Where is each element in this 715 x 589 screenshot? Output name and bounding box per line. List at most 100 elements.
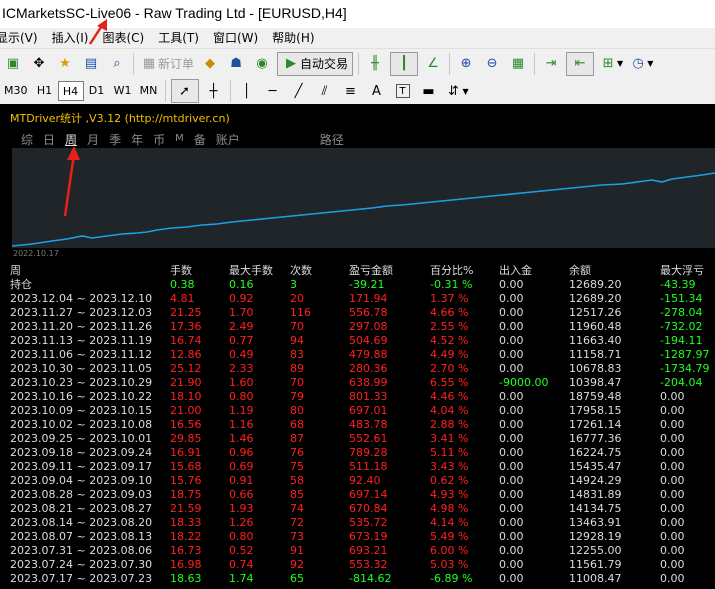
cell-balance: 14831.89 — [569, 488, 622, 501]
cell-max-dd: -278.04 — [660, 306, 703, 319]
tab-account[interactable]: 账户 — [216, 131, 240, 148]
tab-day[interactable]: 日 — [43, 131, 55, 148]
periodicity-button[interactable]: ◷ ▼ — [628, 52, 654, 76]
table-row: 2023.10.02 ~ 2023.10.08 16.56 1.16 68 483.78… — [0, 418, 715, 432]
new-order-button[interactable]: ▦ 新订单 — [139, 52, 195, 76]
timeframe-h1[interactable]: H1 — [32, 81, 58, 101]
cell-lots: 21.25 — [170, 306, 202, 319]
cell-max-lots: 1.19 — [229, 404, 254, 417]
text-a-icon: A — [372, 83, 381, 99]
cell-balance: 10678.83 — [569, 362, 622, 375]
cell-deposit: 0.00 — [499, 334, 524, 347]
cell-lots: 21.00 — [170, 404, 202, 417]
menu-view[interactable]: 显示(V) — [0, 28, 45, 48]
header-count: 次数 — [290, 264, 312, 277]
summary-pnl: -39.21 — [349, 278, 385, 291]
autoscroll-button[interactable]: ⇤ — [566, 51, 595, 76]
cell-pct: 4.49 % — [430, 348, 469, 361]
auto-trading-button[interactable]: ▶ 自动交易 — [277, 51, 354, 76]
tile-windows-button[interactable]: ▦ — [507, 52, 529, 76]
horizontal-line-button[interactable]: ─ — [262, 79, 284, 103]
cell-deposit: 0.00 — [499, 474, 524, 487]
text-tool-button[interactable]: A — [366, 79, 388, 103]
cell-lots: 21.90 — [170, 376, 202, 389]
market-button[interactable]: ◆ — [199, 52, 221, 76]
tab-month[interactable]: 月 — [87, 131, 99, 148]
timeframe-d1[interactable]: D1 — [84, 81, 110, 101]
toolbar-separator — [449, 52, 451, 75]
tab-magic[interactable]: M — [175, 133, 184, 148]
toolbar-separator — [229, 80, 231, 102]
zoom-in-button[interactable]: ⊕ — [455, 52, 477, 76]
cell-lots: 4.81 — [170, 292, 195, 305]
table-header: 周 手数 最大手数 次数 盈亏金额 百分比% 出入金 余额 最大浮亏 — [0, 264, 715, 278]
data-window-button[interactable]: ⌕ — [106, 52, 128, 76]
summary-lots: 0.38 — [170, 278, 195, 291]
menu-window[interactable]: 窗口(W) — [206, 28, 265, 48]
cell-max-dd: 0.00 — [660, 390, 685, 403]
vps-button[interactable]: ◉ — [251, 52, 273, 76]
tab-summary[interactable]: 综 — [21, 131, 33, 148]
cell-pnl: 552.61 — [349, 432, 388, 445]
cell-deposit: 0.00 — [499, 418, 524, 431]
cell-balance: 11008.47 — [569, 572, 622, 585]
tile-windows-icon: ▦ — [511, 56, 525, 71]
line-chart-button[interactable]: ∠ — [422, 52, 444, 76]
tab-year[interactable]: 年 — [131, 131, 143, 148]
cell-count: 74 — [290, 502, 304, 515]
new-chart-button[interactable]: ▣ — [2, 52, 24, 76]
vertical-line-button[interactable]: │ — [236, 79, 258, 103]
tab-notes[interactable]: 备 — [194, 131, 206, 148]
table-row: 2023.12.04 ~ 2023.12.10 4.81 0.92 20 171.94 1… — [0, 292, 715, 306]
cell-pct: 2.55 % — [430, 320, 469, 333]
menu-insert[interactable]: 插入(I) — [45, 28, 96, 48]
cell-max-lots: 1.93 — [229, 502, 254, 515]
menu-chart[interactable]: 图表(C) — [95, 28, 151, 48]
text-label-button[interactable]: T — [392, 79, 414, 103]
signals-button[interactable]: ☗ — [225, 52, 247, 76]
cell-lots: 16.74 — [170, 334, 202, 347]
cell-count: 83 — [290, 348, 304, 361]
candlestick-button[interactable]: ┃ — [390, 51, 419, 76]
cell-balance: 18759.48 — [569, 390, 622, 403]
navigator-button[interactable]: ▤ — [80, 52, 102, 76]
menu-tools[interactable]: 工具(T) — [151, 28, 206, 48]
cell-count: 58 — [290, 474, 304, 487]
cursor-tool-button[interactable]: ➚ — [170, 79, 199, 103]
zoom-out-button[interactable]: ⊖ — [481, 52, 503, 76]
crosshair-move-button[interactable]: ✥ — [28, 52, 50, 76]
tab-week[interactable]: 周 — [65, 131, 77, 148]
fibonacci-button[interactable]: ≡ — [340, 79, 362, 103]
cell-pnl: -814.62 — [349, 572, 392, 585]
cell-pct: 4.66 % — [430, 306, 469, 319]
chart-window[interactable]: MTDriver统计 ,V3.12 (http://mtdriver.cn) 综… — [0, 104, 715, 589]
indicators-button[interactable]: ⊞ ▼ — [598, 52, 624, 76]
timeframe-h4[interactable]: H4 — [57, 81, 84, 101]
crosshair-tool-button[interactable]: ┼ — [203, 79, 225, 103]
vertical-line-icon: │ — [242, 83, 251, 99]
tab-path[interactable]: 路径 — [320, 131, 344, 148]
timeframe-m30[interactable]: M30 — [0, 81, 32, 101]
arrows-icon: ⇵ — [448, 83, 459, 99]
standard-toolbar: ▣ ✥ ★ ▤ ⌕ ▦ 新订单 ◆ ☗ ◉ ▶ 自动交易 ╫ ┃ ∠ ⊕ ⊖ ▦ ⇥… — [0, 48, 715, 78]
cell-max-lots: 2.49 — [229, 320, 254, 333]
trendline-button[interactable]: ╱ — [288, 79, 310, 103]
chart-shift-button[interactable]: ⇥ — [540, 52, 562, 76]
header-pct: 百分比% — [430, 264, 474, 277]
rectangle-button[interactable]: ▬ — [418, 79, 440, 103]
tab-currency[interactable]: 币 — [153, 131, 165, 148]
bar-chart-button[interactable]: ╫ — [364, 52, 386, 76]
table-row: 2023.11.06 ~ 2023.11.12 12.86 0.49 83 479.88… — [0, 348, 715, 362]
cell-max-dd: 0.00 — [660, 432, 685, 445]
equidistant-channel-button[interactable]: ⫽ — [314, 79, 336, 103]
cell-deposit: 0.00 — [499, 516, 524, 529]
timeframe-w1[interactable]: W1 — [110, 81, 136, 101]
favorites-button[interactable]: ★ — [54, 52, 76, 76]
menu-help[interactable]: 帮助(H) — [265, 28, 321, 48]
arrows-button[interactable]: ⇵ ▼ — [444, 79, 470, 103]
cell-period: 2023.07.31 ~ 2023.08.06 — [10, 544, 153, 557]
cell-lots: 18.22 — [170, 530, 202, 543]
timeframe-mn[interactable]: MN — [136, 81, 162, 101]
header-pnl: 盈亏金额 — [349, 264, 393, 277]
tab-quarter[interactable]: 季 — [109, 131, 121, 148]
